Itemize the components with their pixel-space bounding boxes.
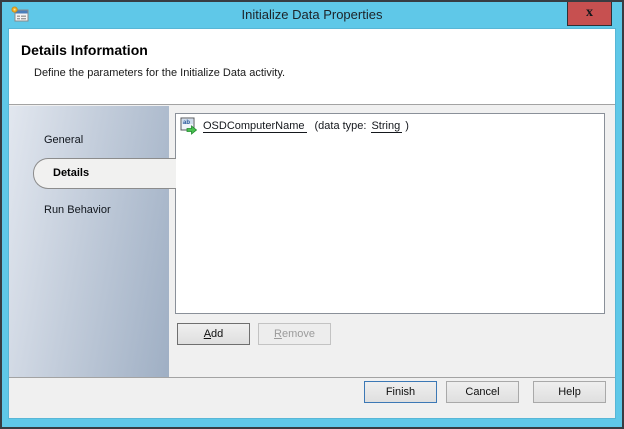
parameter-type-label: (data type:: [314, 120, 366, 132]
remove-button[interactable]: Remove: [258, 323, 331, 345]
help-button[interactable]: Help: [533, 381, 606, 403]
window-title: Initialize Data Properties: [2, 7, 622, 22]
dialog-client-area: Details Information Define the parameter…: [8, 28, 616, 419]
dialog-footer: Finish Cancel Help: [9, 377, 615, 418]
dialog-header: Details Information Define the parameter…: [9, 29, 615, 105]
tab-details-label: Details: [53, 167, 89, 179]
parameter-close-paren: ): [405, 120, 409, 132]
parameter-type-link[interactable]: String: [371, 120, 402, 133]
svg-text:ab: ab: [183, 120, 190, 126]
remove-button-rest: emove: [282, 328, 315, 340]
tab-run-behavior[interactable]: Run Behavior: [44, 204, 111, 216]
page-subtitle: Define the parameters for the Initialize…: [34, 67, 285, 79]
parameter-row: ab OSDComputerName (data type: String): [176, 114, 604, 138]
tab-general[interactable]: General: [44, 134, 83, 146]
add-button-accel: A: [204, 328, 211, 340]
add-button[interactable]: Add: [177, 323, 250, 345]
parameter-text: OSDComputerName (data type: String): [203, 120, 409, 132]
remove-button-accel: R: [274, 328, 282, 340]
parameter-ab-arrow-icon: ab: [180, 117, 198, 135]
details-panel: ab OSDComputerName (data type: String) Add…: [169, 106, 615, 377]
close-button[interactable]: x: [567, 2, 612, 26]
dialog-window: Initialize Data Properties x Details Inf…: [0, 0, 624, 429]
tab-details[interactable]: Details: [33, 158, 176, 189]
cancel-button[interactable]: Cancel: [446, 381, 519, 403]
finish-button[interactable]: Finish: [364, 381, 437, 403]
title-bar: Initialize Data Properties x: [2, 2, 622, 28]
page-title: Details Information: [21, 42, 148, 58]
add-button-rest: dd: [211, 328, 223, 340]
parameters-listbox[interactable]: ab OSDComputerName (data type: String): [175, 113, 605, 314]
parameter-name-link[interactable]: OSDComputerName: [203, 120, 307, 133]
dialog-body: General Details Run Behavior ab: [9, 106, 615, 377]
tab-sidebar: General Details Run Behavior: [9, 106, 169, 377]
